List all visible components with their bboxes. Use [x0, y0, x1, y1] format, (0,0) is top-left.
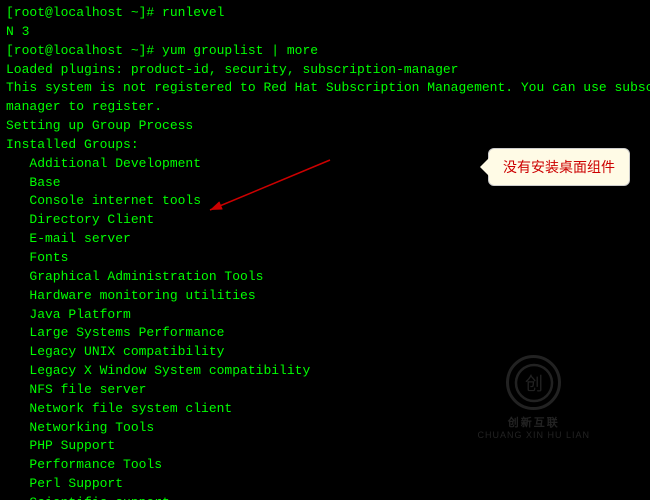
terminal-line: Perl Support — [6, 475, 644, 494]
terminal-line: [root@localhost ~]# yum grouplist | more — [6, 42, 644, 61]
terminal-line: Setting up Group Process — [6, 117, 644, 136]
terminal-line: Fonts — [6, 249, 644, 268]
terminal-line: Performance Tools — [6, 456, 644, 475]
terminal-line: PHP Support — [6, 437, 644, 456]
watermark: 创 创新互联 CHUANG XIN HU LIAN — [477, 355, 590, 440]
terminal-line: Large Systems Performance — [6, 324, 644, 343]
terminal-line: Loaded plugins: product-id, security, su… — [6, 61, 644, 80]
terminal-line: Graphical Administration Tools — [6, 268, 644, 287]
watermark-text-en: CHUANG XIN HU LIAN — [477, 430, 590, 440]
terminal-window: [root@localhost ~]# runlevelN 3[root@loc… — [0, 0, 650, 500]
callout-bubble: 没有安装桌面组件 — [488, 148, 630, 186]
terminal-line: manager to register. — [6, 98, 644, 117]
callout-text: 没有安装桌面组件 — [503, 161, 615, 176]
watermark-logo: 创 — [506, 355, 561, 410]
terminal-line: N 3 — [6, 23, 644, 42]
terminal-line: Scientific support — [6, 494, 644, 500]
terminal-line: Directory Client — [6, 211, 644, 230]
svg-text:创: 创 — [525, 374, 543, 394]
terminal-line: E-mail server — [6, 230, 644, 249]
terminal-line: Hardware monitoring utilities — [6, 287, 644, 306]
watermark-text-cn: 创新互联 — [508, 414, 560, 430]
terminal-line: Console internet tools — [6, 192, 644, 211]
terminal-line: This system is not registered to Red Hat… — [6, 79, 644, 98]
terminal-line: Java Platform — [6, 306, 644, 325]
terminal-line: [root@localhost ~]# runlevel — [6, 4, 644, 23]
